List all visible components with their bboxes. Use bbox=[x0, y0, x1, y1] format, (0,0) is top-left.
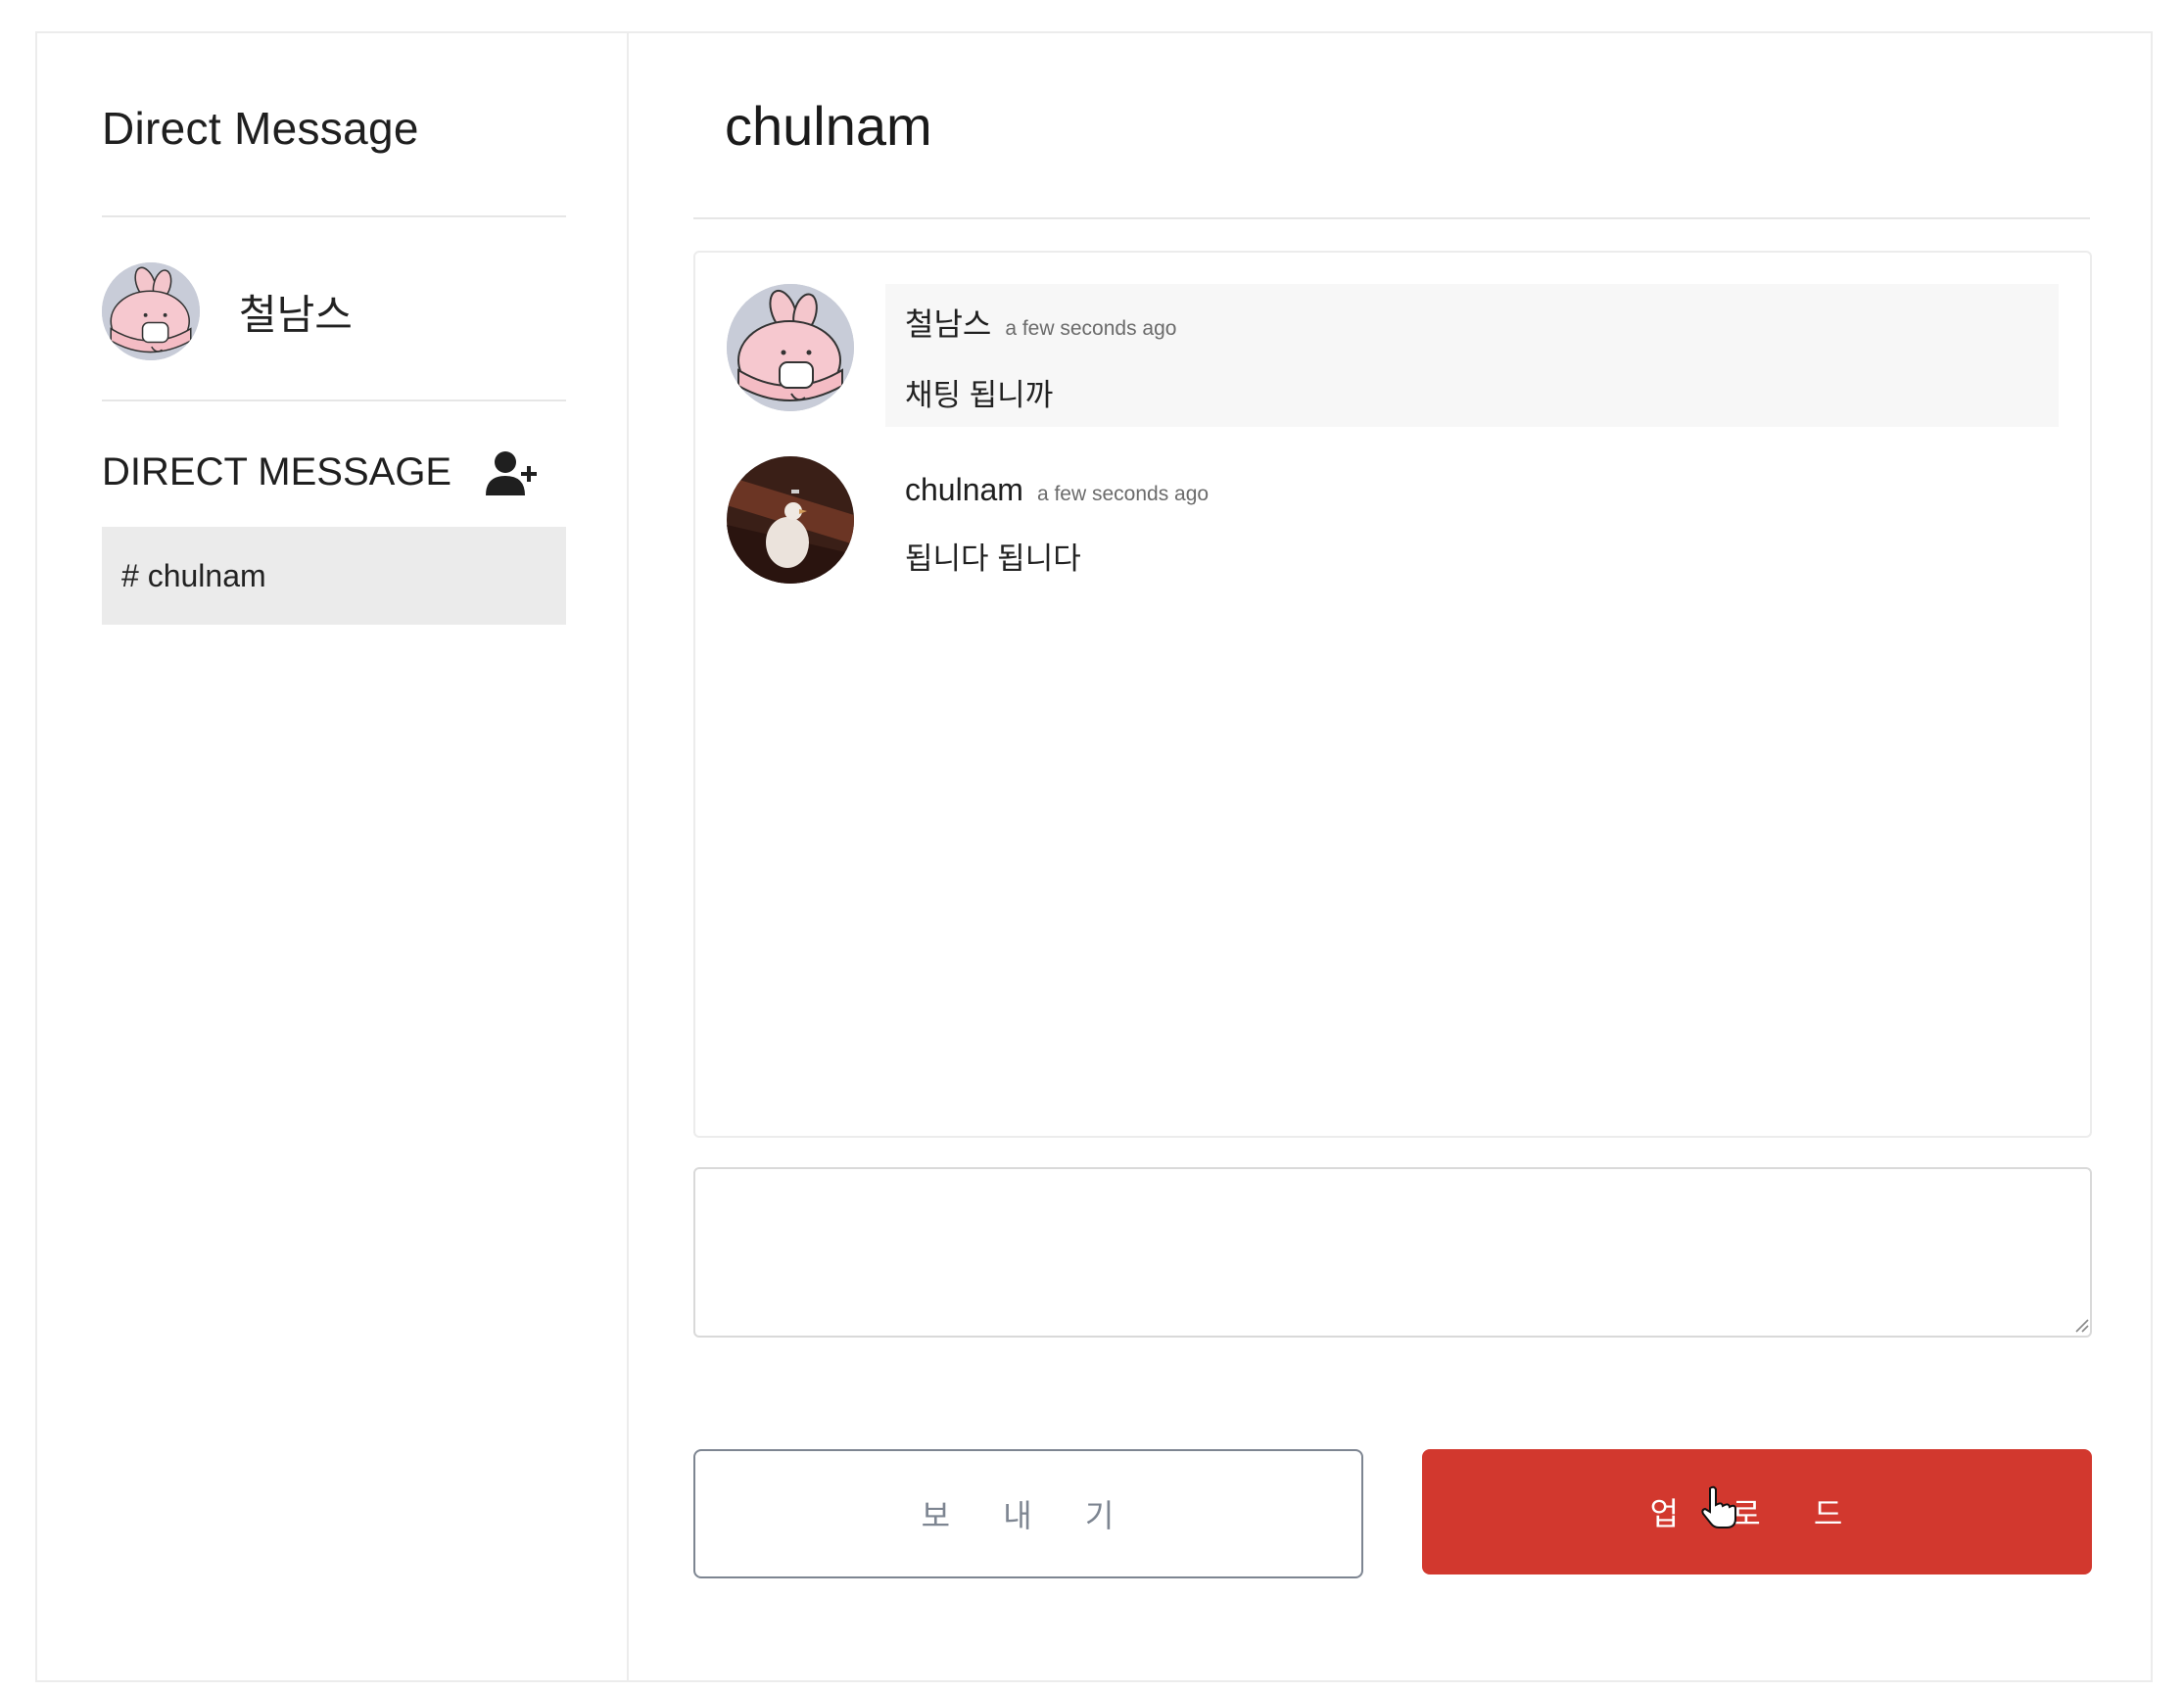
duck-photo-avatar-icon bbox=[727, 456, 854, 584]
message-timestamp: a few seconds ago bbox=[1036, 483, 1210, 505]
chat-panel: chulnam 철남스 a few seconds ago 채팅 됩니까 chu… bbox=[629, 33, 2151, 1680]
upload-button[interactable]: 업 로 드 bbox=[1422, 1449, 2092, 1574]
message-author: chulnam bbox=[905, 472, 1023, 507]
send-button[interactable]: 보 내 기 bbox=[693, 1449, 1363, 1578]
message-list[interactable]: 철남스 a few seconds ago 채팅 됩니까 chulnam a f… bbox=[693, 251, 2092, 1138]
message-text: 채팅 됩니까 bbox=[905, 378, 1054, 412]
channel-item-chulnam[interactable]: # chulnam bbox=[102, 527, 566, 625]
sidebar-title: Direct Message bbox=[102, 103, 419, 154]
add-user-icon[interactable] bbox=[486, 448, 541, 499]
hand-cursor-icon bbox=[1701, 1485, 1736, 1528]
message-timestamp: a few seconds ago bbox=[1005, 317, 1177, 340]
message-item: 철남스 a few seconds ago 채팅 됩니까 bbox=[727, 284, 2059, 427]
message-bubble: chulnam a few seconds ago 됩니다 됩니다 bbox=[885, 456, 2059, 599]
message-bubble: 철남스 a few seconds ago 채팅 됩니까 bbox=[885, 284, 2059, 427]
sidebar-divider bbox=[102, 400, 566, 401]
message-input[interactable] bbox=[693, 1167, 2092, 1338]
message-text: 됩니다 됩니다 bbox=[905, 541, 1081, 576]
sidebar: Direct Message 철남스 DIRECT MESSAGE # chul… bbox=[37, 33, 629, 1680]
message-author: 철남스 bbox=[905, 306, 992, 342]
message-item: chulnam a few seconds ago 됩니다 됩니다 bbox=[727, 456, 2059, 599]
chat-title: chulnam bbox=[725, 95, 932, 157]
resize-grip-icon[interactable] bbox=[2074, 1318, 2090, 1334]
app-frame: Direct Message 철남스 DIRECT MESSAGE # chul… bbox=[35, 31, 2153, 1682]
current-user-profile: 철남스 bbox=[102, 262, 353, 360]
sidebar-divider bbox=[102, 215, 566, 217]
pink-bunny-avatar-icon bbox=[727, 284, 854, 411]
chat-title-divider bbox=[693, 217, 2090, 219]
dm-section-header: DIRECT MESSAGE bbox=[102, 445, 566, 503]
pink-bunny-avatar-icon bbox=[102, 262, 200, 360]
current-user-name: 철남스 bbox=[239, 291, 353, 338]
dm-section-label: DIRECT MESSAGE bbox=[102, 450, 452, 494]
